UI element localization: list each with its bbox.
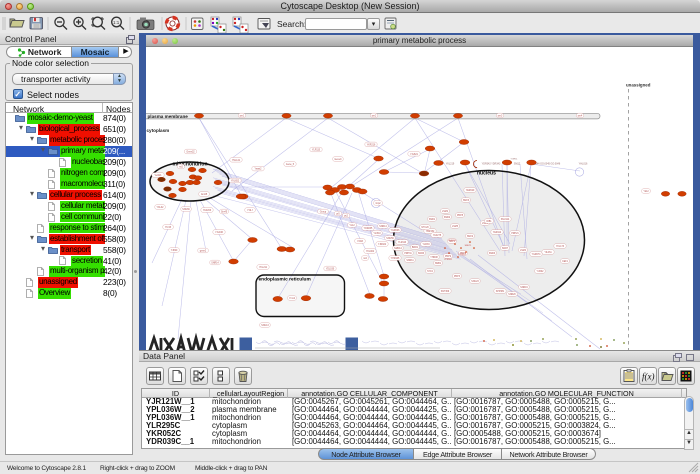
svg-text:Gene32: Gene32 bbox=[186, 151, 195, 153]
svg-text:unassigned: unassigned bbox=[626, 82, 651, 87]
svg-text:YER112: YER112 bbox=[493, 232, 502, 234]
svg-text:Gnt45: Gnt45 bbox=[201, 193, 208, 196]
svg-text:CEF1: CEF1 bbox=[562, 261, 569, 263]
svg-text:YKL173: YKL173 bbox=[556, 246, 565, 248]
svg-text:PRP21: PRP21 bbox=[511, 233, 519, 235]
svg-text:SNU114: SNU114 bbox=[501, 219, 510, 221]
svg-text:SNT309: SNT309 bbox=[441, 291, 450, 293]
svg-text:Ym12: Ym12 bbox=[289, 298, 296, 300]
svg-text:Ym510: Ym510 bbox=[373, 233, 381, 235]
svg-text:BRR1: BRR1 bbox=[412, 247, 419, 249]
svg-text:YKR216: YKR216 bbox=[367, 144, 376, 146]
svg-text:SNR6: SNR6 bbox=[418, 253, 425, 255]
svg-text:pm4: pm4 bbox=[578, 115, 583, 117]
svg-text:SNU66: SNU66 bbox=[182, 209, 190, 211]
svg-text:YDR235: YDR235 bbox=[364, 228, 373, 230]
svg-text:YKL002: YKL002 bbox=[366, 251, 375, 253]
svg-text:YOR11: YOR11 bbox=[510, 158, 518, 160]
svg-text:pm2: pm2 bbox=[372, 115, 377, 117]
svg-text:YHL016: YHL016 bbox=[579, 162, 588, 165]
svg-text:Yc12: Yc12 bbox=[349, 225, 355, 227]
svg-text:PRP9: PRP9 bbox=[445, 256, 452, 258]
svg-text:YDR113: YDR113 bbox=[448, 240, 457, 242]
svg-text:YJR02: YJR02 bbox=[537, 271, 545, 273]
svg-text:LSM4: LSM4 bbox=[520, 250, 527, 252]
svg-text:Group: Group bbox=[320, 210, 327, 213]
svg-text:YGR091: YGR091 bbox=[458, 254, 467, 256]
svg-text:plasma membrane: plasma membrane bbox=[148, 113, 189, 118]
svg-text:SMX3: SMX3 bbox=[463, 200, 470, 202]
svg-text:pm3: pm3 bbox=[498, 115, 503, 117]
svg-text:YKL211: YKL211 bbox=[259, 267, 268, 269]
svg-text:Gm45: Gm45 bbox=[221, 211, 228, 213]
svg-text:SNQ2: SNQ2 bbox=[514, 162, 521, 165]
svg-text:LSM2: LSM2 bbox=[442, 211, 449, 213]
svg-text:YDR342 YDR343: YDR342 YDR343 bbox=[482, 162, 501, 165]
svg-text:YLR203: YLR203 bbox=[203, 210, 212, 212]
svg-text:YNL f: YNL f bbox=[247, 210, 253, 212]
svg-text:SNR14: SNR14 bbox=[379, 226, 387, 228]
svg-text:YKL219: YKL219 bbox=[446, 162, 455, 165]
svg-text:YPR182: YPR182 bbox=[444, 259, 453, 261]
svg-text:SNU71: SNU71 bbox=[465, 245, 473, 247]
svg-text:YJL046: YJL046 bbox=[215, 232, 224, 234]
svg-text:PRP3: PRP3 bbox=[454, 276, 461, 278]
svg-text:SMD2: SMD2 bbox=[444, 217, 451, 219]
svg-text:YHR165: YHR165 bbox=[391, 258, 400, 260]
svg-text:YJ820: YJ820 bbox=[171, 250, 178, 252]
svg-text:Yhr15: Yhr15 bbox=[165, 226, 172, 229]
svg-text:SYF2: SYF2 bbox=[427, 271, 433, 273]
svg-text:SNR20: SNR20 bbox=[508, 294, 516, 296]
svg-text:YKL32: YKL32 bbox=[157, 207, 165, 209]
svg-text:SNU13: SNU13 bbox=[261, 325, 269, 327]
svg-text:SNR11: SNR11 bbox=[406, 260, 414, 262]
svg-text:YNL121: YNL121 bbox=[232, 159, 241, 161]
svg-text:YJR022: YJR022 bbox=[378, 244, 387, 246]
svg-text:YLR33: YLR33 bbox=[422, 244, 430, 246]
svg-text:SMD3: SMD3 bbox=[489, 253, 496, 255]
svg-text:nucleus: nucleus bbox=[477, 170, 496, 176]
svg-text:f(x): f(x) bbox=[642, 372, 655, 382]
svg-text:YGR006: YGR006 bbox=[391, 230, 401, 232]
svg-text:YER029: YER029 bbox=[466, 190, 475, 192]
svg-text:SMD14: SMD14 bbox=[394, 248, 402, 250]
svg-text:GeneC: GeneC bbox=[334, 159, 342, 161]
svg-text:endoplasmic reticulum: endoplasmic reticulum bbox=[259, 276, 311, 282]
svg-text:Ydl43: Ydl43 bbox=[357, 241, 364, 243]
svg-text:YIL061: YIL061 bbox=[544, 252, 552, 254]
svg-text:YJL821: YJL821 bbox=[410, 153, 419, 155]
svg-text:SNR7: SNR7 bbox=[502, 248, 509, 250]
svg-text:SNU23: SNU23 bbox=[471, 281, 479, 283]
svg-text:PRP31: PRP31 bbox=[404, 253, 412, 255]
svg-text:gene2: gene2 bbox=[200, 250, 207, 252]
svg-text:DIB1: DIB1 bbox=[486, 221, 492, 223]
svg-text:SPP381: SPP381 bbox=[496, 291, 505, 293]
svg-text:Yeast2: Yeast2 bbox=[255, 167, 263, 170]
svg-text:SNR19: SNR19 bbox=[520, 287, 528, 289]
svg-text:LSM5: LSM5 bbox=[452, 226, 459, 228]
svg-text:SMX2: SMX2 bbox=[467, 236, 474, 238]
svg-text:PRP8: PRP8 bbox=[457, 215, 464, 217]
svg-text:SNR14: SNR14 bbox=[211, 262, 219, 264]
svg-text:Yer021: Yer021 bbox=[154, 174, 162, 177]
svg-text:Grp2: Grp2 bbox=[375, 202, 381, 205]
svg-text:1:1: 1:1 bbox=[113, 20, 120, 25]
svg-text:YGR074: YGR074 bbox=[532, 254, 542, 256]
svg-text:cytoplasm: cytoplasm bbox=[147, 128, 170, 133]
svg-text:NTC20: NTC20 bbox=[421, 227, 429, 229]
svg-text:YKL652: YKL652 bbox=[231, 180, 240, 182]
svg-text:YLR115: YLR115 bbox=[312, 149, 321, 151]
svg-text:YLR275: YLR275 bbox=[433, 235, 442, 237]
svg-text:Gene_5: Gene_5 bbox=[286, 164, 295, 166]
svg-text:Yk12: Yk12 bbox=[643, 191, 649, 193]
svg-text:SMB1: SMB1 bbox=[435, 263, 442, 265]
svg-text:SMD1: SMD1 bbox=[429, 219, 436, 221]
svg-text:pm1: pm1 bbox=[240, 115, 245, 117]
svg-text:YHR08: YHR08 bbox=[430, 257, 438, 259]
svg-text:YDL030: YDL030 bbox=[326, 268, 335, 270]
svg-text:SNU56: SNU56 bbox=[386, 238, 394, 240]
svg-text:YLR116: YLR116 bbox=[398, 242, 407, 244]
